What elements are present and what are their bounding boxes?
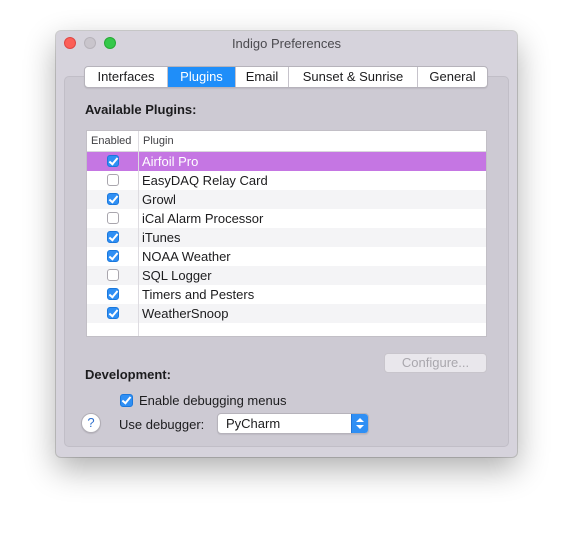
table-header: Enabled Plugin [87, 131, 486, 152]
table-row-empty [87, 323, 486, 336]
plugin-name: EasyDAQ Relay Card [142, 173, 268, 188]
use-debugger-label: Use debugger: [119, 417, 205, 432]
plugin-enabled-checkbox[interactable] [107, 193, 119, 205]
table-row[interactable]: iTunes [87, 228, 486, 247]
table-row[interactable]: WeatherSnoop [87, 304, 486, 323]
chevron-updown-icon [351, 414, 368, 433]
development-heading: Development: [85, 367, 171, 382]
plugin-enabled-checkbox[interactable] [107, 250, 119, 262]
table-row[interactable]: iCal Alarm Processor [87, 209, 486, 228]
window-title: Indigo Preferences [231, 36, 342, 51]
column-divider[interactable] [138, 131, 139, 336]
plugin-name: NOAA Weather [142, 249, 231, 264]
preferences-window: Indigo Preferences Interfaces Plugins Em… [56, 31, 517, 457]
debugger-selected-value: PyCharm [226, 416, 281, 431]
table-row[interactable]: NOAA Weather [87, 247, 486, 266]
column-header-enabled[interactable]: Enabled [91, 135, 131, 147]
question-mark-icon[interactable]: ? [81, 413, 101, 433]
tab-plugins[interactable]: Plugins [168, 67, 236, 87]
column-header-plugin[interactable]: Plugin [143, 135, 174, 147]
plugin-name: Airfoil Pro [142, 154, 199, 169]
available-plugins-heading: Available Plugins: [85, 102, 197, 117]
plugin-name: Timers and Pesters [142, 287, 255, 302]
plugin-name: iTunes [142, 230, 181, 245]
plugin-enabled-checkbox[interactable] [107, 231, 119, 243]
plugin-enabled-checkbox[interactable] [107, 307, 119, 319]
plugin-name: iCal Alarm Processor [142, 211, 264, 226]
tab-sunset-sunrise[interactable]: Sunset & Sunrise [289, 67, 418, 87]
debugger-popup-button[interactable]: PyCharm [217, 413, 369, 434]
table-row[interactable]: SQL Logger [87, 266, 486, 285]
table-rows: Airfoil Pro EasyDAQ Relay Card Growl iCa… [87, 152, 486, 336]
plugin-enabled-checkbox[interactable] [107, 174, 119, 186]
configure-button[interactable]: Configure... [384, 353, 487, 373]
tab-email[interactable]: Email [236, 67, 289, 87]
plugins-table[interactable]: Enabled Plugin Airfoil Pro EasyDAQ Relay… [86, 130, 487, 337]
enable-debugging-checkbox[interactable] [120, 394, 133, 407]
table-row[interactable]: Timers and Pesters [87, 285, 486, 304]
tab-bar: Interfaces Plugins Email Sunset & Sunris… [84, 66, 488, 88]
plugin-enabled-checkbox[interactable] [107, 269, 119, 281]
plugin-name: SQL Logger [142, 268, 212, 283]
table-row[interactable]: Airfoil Pro [87, 152, 486, 171]
table-row[interactable]: EasyDAQ Relay Card [87, 171, 486, 190]
plugin-name: WeatherSnoop [142, 306, 229, 321]
plugin-name: Growl [142, 192, 176, 207]
plugin-enabled-checkbox[interactable] [107, 212, 119, 224]
tab-general[interactable]: General [418, 67, 487, 87]
tab-interfaces[interactable]: Interfaces [85, 67, 168, 87]
plugin-enabled-checkbox[interactable] [107, 155, 119, 167]
title-bar[interactable]: Indigo Preferences [56, 31, 517, 55]
enable-debugging-label[interactable]: Enable debugging menus [139, 393, 286, 408]
table-row[interactable]: Growl [87, 190, 486, 209]
plugin-enabled-checkbox[interactable] [107, 288, 119, 300]
